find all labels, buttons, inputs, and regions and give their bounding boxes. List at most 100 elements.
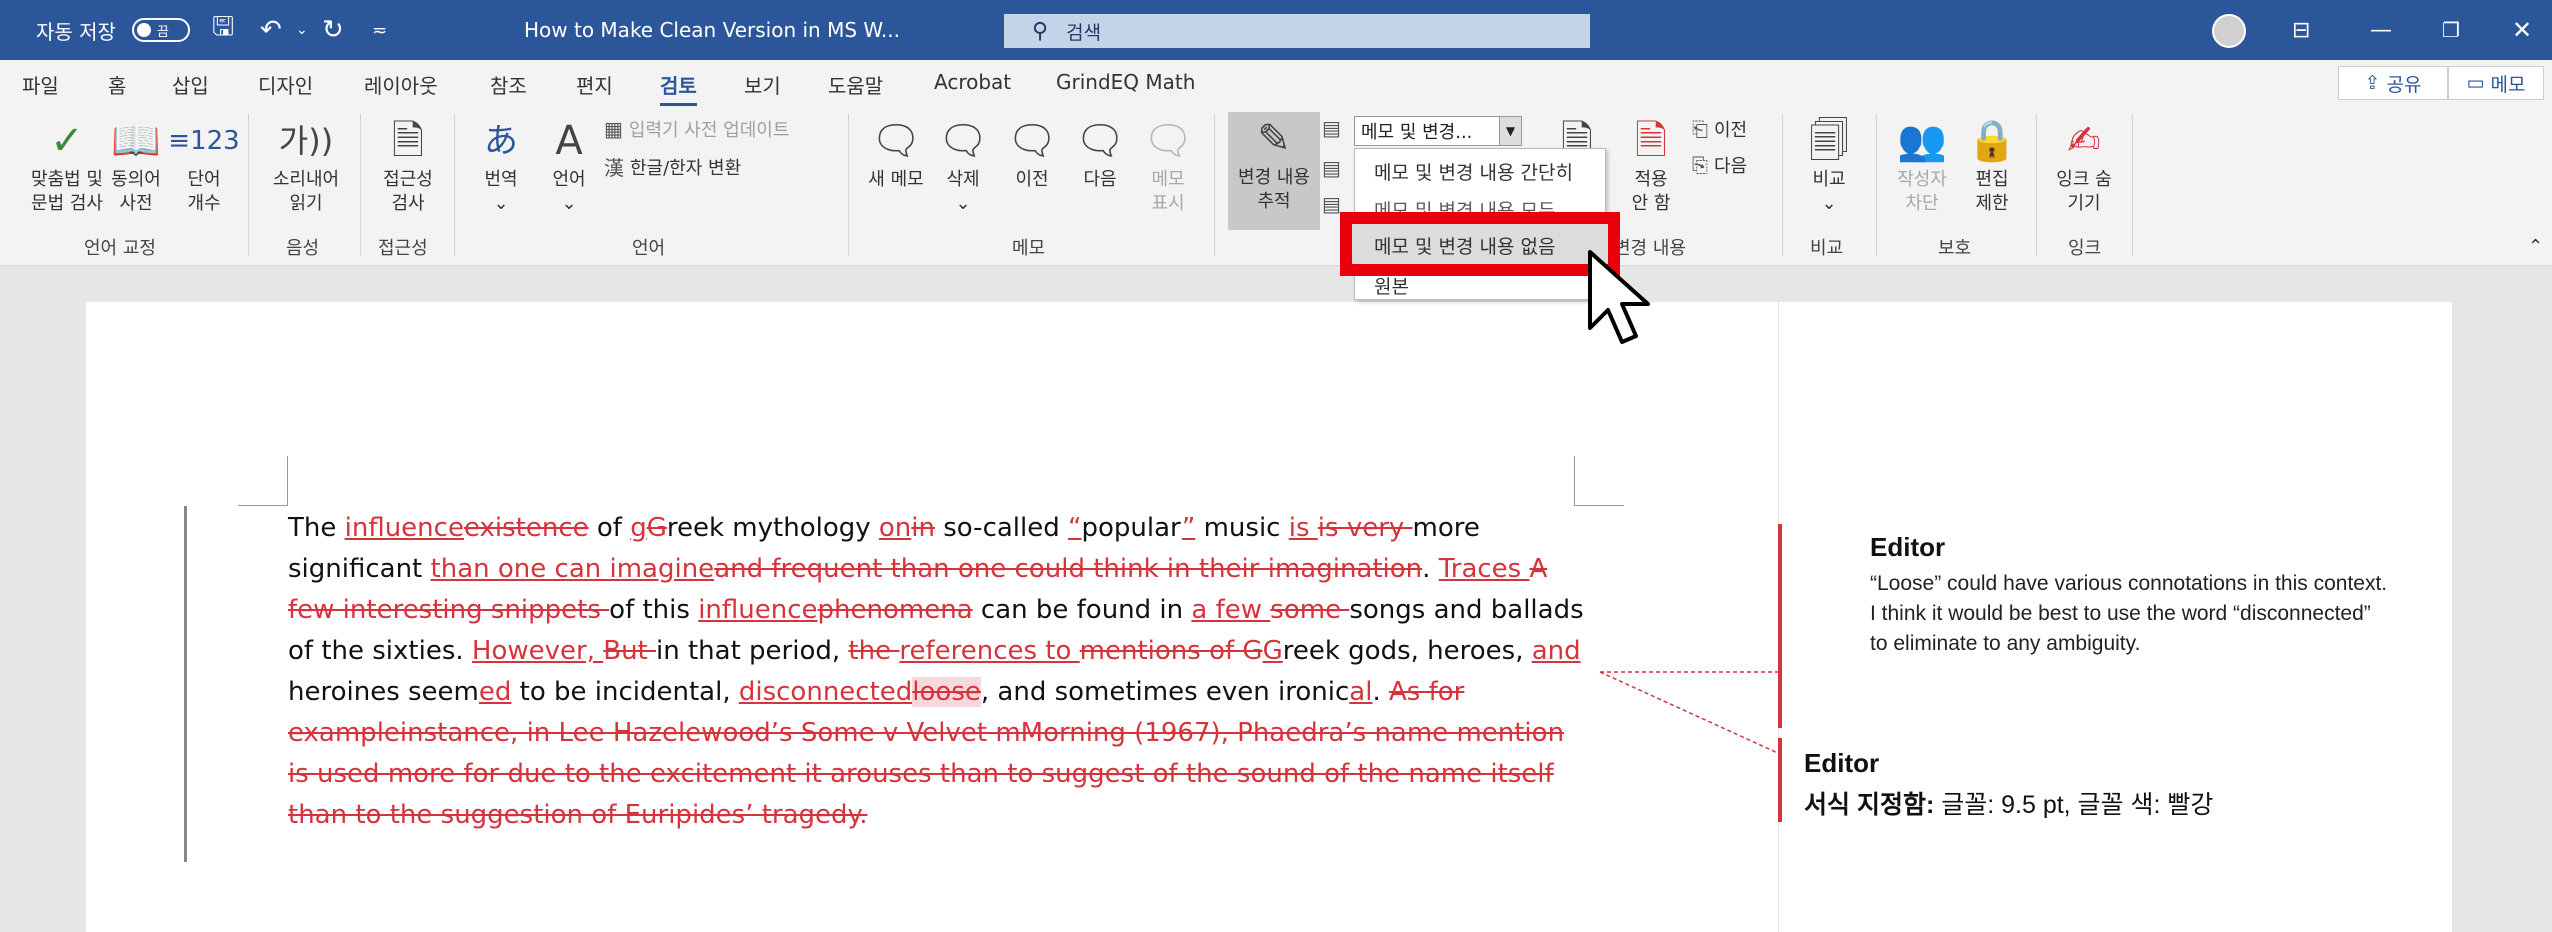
translate-button[interactable]: あ 번역 ⌄: [468, 114, 534, 216]
thesaurus-label-1: 동의어: [111, 169, 161, 190]
comment-balloon[interactable]: Editor “Loose” could have various connot…: [1870, 532, 2390, 659]
spelling-label-1: 맞춤법 및: [31, 169, 103, 190]
autosave-toggle[interactable]: 끔: [132, 18, 190, 42]
tab-view[interactable]: 보기: [744, 70, 781, 99]
delete-comment-button[interactable]: 🗨 삭제 ⌄: [930, 114, 996, 216]
deletion: and frequent than one could think in the…: [714, 554, 1423, 584]
chevron-down-icon: ⌄: [1821, 193, 1837, 214]
previous-comment-button[interactable]: 🗨 이전: [1000, 114, 1064, 192]
read-aloud-label-1: 소리내어: [272, 169, 340, 190]
tab-references[interactable]: 참조: [490, 70, 527, 99]
share-button[interactable]: ⇪ 공유: [2338, 66, 2448, 100]
delete-comment-label: 삭제: [946, 169, 980, 190]
word-count-button[interactable]: ≡123 단어 개수: [168, 114, 239, 216]
wordcount-label-2: 개수: [187, 193, 221, 214]
redo-icon[interactable]: ↻: [322, 0, 344, 60]
customize-toolbar-icon[interactable]: ≂: [372, 0, 387, 60]
minimize-icon[interactable]: —: [2370, 0, 2392, 60]
tab-review[interactable]: 검토: [660, 70, 697, 106]
change-bar: [184, 506, 187, 862]
dropdown-item-all-markup[interactable]: 메모 및 변경 내용 모두: [1374, 196, 1555, 223]
tab-layout[interactable]: 레이아웃: [364, 70, 438, 99]
reject-icon: 🗎: [1634, 118, 1668, 164]
tab-file[interactable]: 파일: [22, 70, 59, 99]
restore-icon[interactable]: ❐: [2442, 0, 2460, 60]
dropdown-item-simple-markup[interactable]: 메모 및 변경 내용 간단히: [1374, 158, 1573, 185]
deletion: But: [603, 636, 657, 666]
next-comment-button[interactable]: 🗨 다음: [1068, 114, 1132, 192]
tab-design[interactable]: 디자인: [258, 70, 313, 99]
text-run: .: [1422, 554, 1439, 584]
tab-home[interactable]: 홈: [108, 70, 126, 99]
dropdown-item-no-markup[interactable]: 메모 및 변경 내용 없음: [1374, 232, 1555, 259]
formatting-description: 서식 지정함: 글꼴: 9.5 pt, 글꼴 색: 빨강: [1804, 785, 2424, 821]
insertion: influence: [344, 513, 464, 543]
ribbon-separator: [848, 114, 849, 256]
document-body-text[interactable]: The influenceexistence of gGreek mytholo…: [288, 508, 1588, 836]
tab-grindeq[interactable]: GrindEQ Math: [1056, 70, 1195, 94]
deletion: phenomena: [817, 595, 973, 625]
delete-comment-icon: 🗨: [937, 118, 989, 164]
undo-icon[interactable]: ↶: [260, 0, 282, 60]
tab-help[interactable]: 도움말: [828, 70, 883, 99]
show-comments-label-2: 표시: [1151, 193, 1185, 214]
chevron-down-icon: ⌄: [493, 193, 509, 214]
ribbon-separator: [248, 114, 249, 256]
group-label-protect: 보호: [1938, 238, 1972, 259]
chevron-down-icon[interactable]: ▼: [1499, 117, 1521, 145]
insertion: “: [1068, 513, 1082, 543]
compare-button[interactable]: 🗐 비교 ⌄: [1796, 114, 1862, 216]
tab-acrobat[interactable]: Acrobat: [934, 70, 1011, 94]
chevron-down-icon: ⌄: [955, 193, 971, 214]
close-icon[interactable]: ✕: [2512, 0, 2532, 60]
dropdown-item-original[interactable]: 원본: [1374, 272, 1409, 299]
previous-change-button[interactable]: ⎗ 이전: [1692, 116, 1747, 142]
group-label-accessibility: 접근성: [378, 238, 428, 259]
show-comments-button[interactable]: 🗨 메모 표시: [1136, 114, 1200, 216]
show-markup-icon[interactable]: ▤: [1322, 156, 1347, 180]
block-authors-button[interactable]: 👥 작성자 차단: [1886, 114, 1958, 216]
accessibility-check-button[interactable]: 🗎 접근성 검사: [370, 114, 446, 216]
reject-button[interactable]: 🗎 적용 안 함: [1616, 114, 1686, 216]
document-title: How to Make Clean Version in MS W...: [524, 18, 900, 42]
track-changes-label-1: 변경 내용: [1238, 167, 1310, 188]
hide-ink-button[interactable]: ✍ 잉크 숨 기기: [2044, 114, 2124, 216]
track-changes-button[interactable]: ✎ 변경 내용 추적: [1228, 112, 1320, 230]
ime-dictionary-button[interactable]: ▦ 입력기 사전 업데이트: [604, 116, 789, 142]
formatting-balloon[interactable]: Editor 서식 지정함: 글꼴: 9.5 pt, 글꼴 색: 빨강: [1804, 748, 2424, 821]
ribbon-display-icon[interactable]: ⊟: [2292, 0, 2310, 60]
deletion: some: [1270, 595, 1350, 625]
reviewing-pane-icon[interactable]: ▤: [1322, 192, 1347, 216]
collapse-ribbon-icon[interactable]: ⌃: [2528, 236, 2543, 257]
text-run: .: [1372, 677, 1389, 707]
thesaurus-button[interactable]: 📖 동의어 사전: [104, 114, 168, 216]
read-aloud-button[interactable]: 가)) 소리내어 읽기: [262, 114, 350, 216]
comments-button[interactable]: ▭ 메모: [2448, 66, 2544, 100]
insertion: and: [1531, 636, 1581, 666]
tab-mailings[interactable]: 편지: [576, 70, 613, 99]
markup-display-select[interactable]: 메모 및 변경... ▼: [1354, 116, 1522, 146]
comment-author: Editor: [1870, 532, 1946, 562]
new-comment-button[interactable]: 🗨 새 메모: [858, 114, 934, 192]
insertion: G: [1262, 636, 1283, 666]
text-run: of: [588, 513, 631, 543]
chevron-down-icon: ⌄: [561, 193, 577, 214]
ribbon-separator: [454, 114, 455, 256]
next-change-button[interactable]: ⎘ 다음: [1692, 152, 1747, 178]
user-avatar-icon[interactable]: [2212, 14, 2246, 48]
tab-insert[interactable]: 삽입: [172, 70, 209, 99]
title-bar: 자동 저장 끔 🖫 ↶ ⌄ ↻ ≂ How to Make Clean Vers…: [0, 0, 2552, 60]
hanja-convert-button[interactable]: 漢 한글/한자 변환: [604, 152, 741, 181]
text-run: heroines seem: [288, 677, 479, 707]
language-button[interactable]: A 언어 ⌄: [538, 114, 600, 216]
save-icon[interactable]: 🖫: [212, 0, 234, 60]
text-run: in that period,: [656, 636, 849, 666]
ribbon-separator: [1782, 114, 1783, 256]
search-input[interactable]: ⚲ 검색: [1004, 14, 1590, 48]
text-run: , and sometimes even ironic: [980, 677, 1350, 707]
insertion: influence: [698, 595, 818, 625]
restrict-editing-button[interactable]: 🔒 편집 제한: [1956, 114, 2028, 216]
insertion: than one can imagine: [430, 554, 715, 584]
previous-change-icon: ⎗: [1692, 117, 1708, 141]
chevron-down-icon[interactable]: ⌄: [296, 0, 308, 60]
